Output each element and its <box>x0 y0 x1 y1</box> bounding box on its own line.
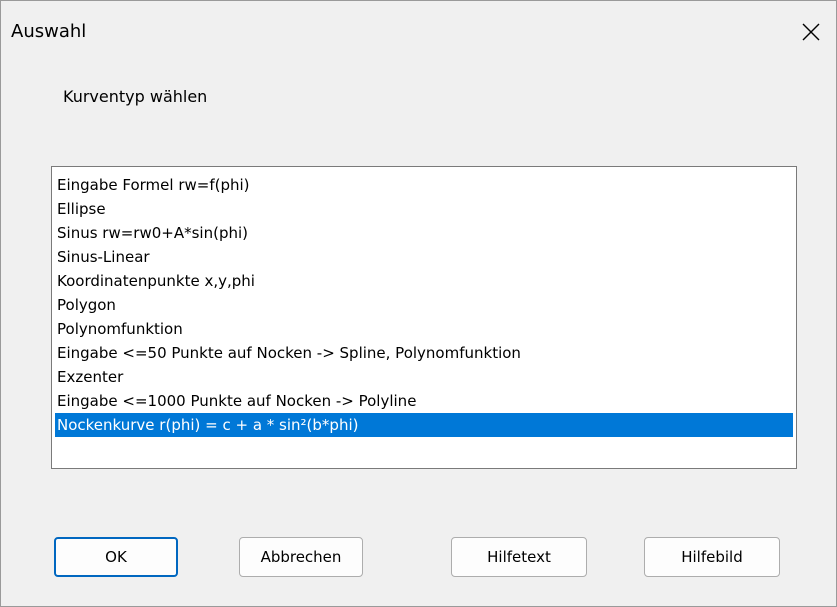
selection-dialog: Auswahl Kurventyp wählen Eingabe Formel … <box>0 0 837 607</box>
list-item[interactable]: Exzenter <box>55 365 793 389</box>
list-item[interactable]: Polynomfunktion <box>55 317 793 341</box>
help-image-button[interactable]: Hilfebild <box>644 537 780 577</box>
help-text-button-label: Hilfetext <box>487 548 551 566</box>
help-text-button[interactable]: Hilfetext <box>451 537 587 577</box>
curve-type-listbox[interactable]: Eingabe Formel rw=f(phi) Ellipse Sinus r… <box>51 166 797 469</box>
dialog-title: Auswahl <box>11 21 87 42</box>
list-item[interactable]: Eingabe Formel rw=f(phi) <box>55 173 793 197</box>
prompt-label: Kurventyp wählen <box>63 87 208 106</box>
list-item[interactable]: Sinus rw=rw0+A*sin(phi) <box>55 221 793 245</box>
list-item[interactable]: Eingabe <=50 Punkte auf Nocken -> Spline… <box>55 341 793 365</box>
list-item[interactable]: Eingabe <=1000 Punkte auf Nocken -> Poly… <box>55 389 793 413</box>
list-item[interactable]: Koordinatenpunkte x,y,phi <box>55 269 793 293</box>
ok-button-label: OK <box>105 548 127 566</box>
close-icon <box>802 23 820 41</box>
cancel-button[interactable]: Abbrechen <box>239 537 363 577</box>
list-item[interactable]: Sinus-Linear <box>55 245 793 269</box>
ok-button[interactable]: OK <box>54 537 178 577</box>
list-item[interactable]: Polygon <box>55 293 793 317</box>
close-button[interactable] <box>798 19 824 45</box>
list-item-selected[interactable]: Nockenkurve r(phi) = c + a * sin²(b*phi) <box>55 413 793 437</box>
list-item[interactable]: Ellipse <box>55 197 793 221</box>
help-image-button-label: Hilfebild <box>681 548 743 566</box>
cancel-button-label: Abbrechen <box>260 548 342 566</box>
title-bar: Auswahl <box>1 1 836 65</box>
